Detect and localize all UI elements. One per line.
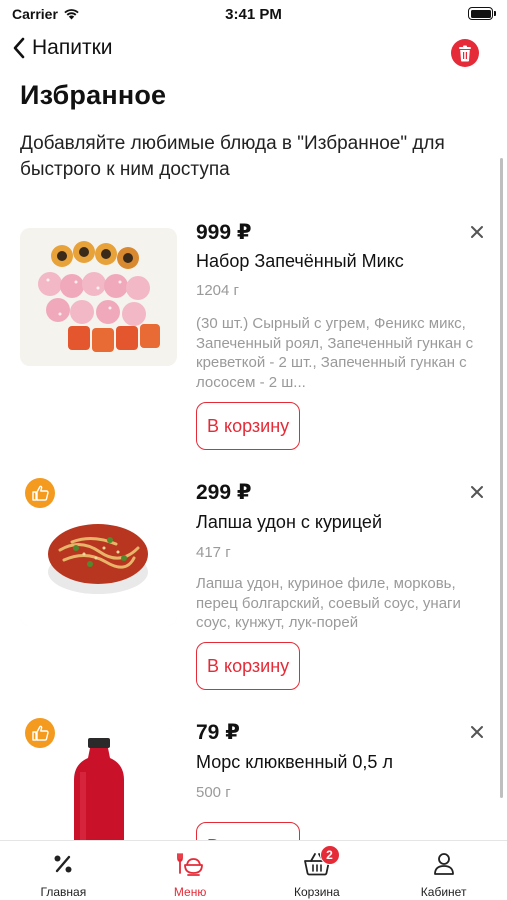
tab-label: Главная (40, 885, 87, 899)
back-button[interactable]: Напитки (12, 36, 112, 60)
product-description: (30 шт.) Сырный с угрем, Феникс микс, За… (196, 315, 474, 391)
close-icon (471, 726, 483, 738)
product-weight: 1204 г (196, 282, 240, 299)
tab-label: Кабинет (420, 885, 467, 899)
noodles-image (20, 488, 177, 626)
recommended-badge (25, 478, 55, 508)
add-to-cart-button[interactable]: В корзину (196, 642, 301, 690)
chevron-left-icon (13, 37, 25, 59)
add-to-cart-button[interactable]: В корзину (196, 822, 301, 840)
product-weight: 500 г (196, 784, 231, 801)
cart-count-badge: 2 (319, 845, 340, 865)
percent-icon (52, 851, 74, 877)
add-to-cart-button[interactable]: В корзину (196, 402, 301, 450)
status-time: 3:41 PM (225, 6, 282, 23)
product-price: 79 ₽ (196, 721, 240, 744)
status-bar: Carrier 3:41 PM (0, 0, 507, 30)
person-icon (433, 851, 455, 877)
menu-dish-icon (176, 851, 204, 877)
clear-favorites-button[interactable] (451, 39, 479, 67)
sushi-set-image (20, 228, 177, 366)
product-weight: 417 г (196, 544, 231, 561)
thumbs-up-icon (31, 485, 49, 501)
tab-home[interactable]: Главная (0, 841, 127, 900)
nav-bar: Напитки (0, 32, 507, 72)
product-price: 299 ₽ (196, 481, 252, 504)
tab-menu[interactable]: Меню (127, 841, 254, 900)
product-name[interactable]: Лапша удон с курицей (196, 512, 486, 533)
remove-favorite-button[interactable] (467, 482, 487, 502)
favorites-list: 999 ₽ Набор Запечённый Микс 1204 г (30 ш… (0, 210, 507, 840)
trash-icon (459, 45, 471, 61)
thumbs-up-icon (31, 725, 49, 741)
close-icon (471, 486, 483, 498)
tab-bar: Главная Меню 2 Корзина Кабинет (0, 840, 507, 900)
product-name[interactable]: Набор Запечённый Микс (196, 251, 486, 272)
remove-favorite-button[interactable] (467, 222, 487, 242)
battery-icon (468, 7, 496, 20)
page-subtitle: Добавляйте любимые блюда в "Избранное" д… (20, 133, 445, 180)
close-icon (471, 226, 483, 238)
recommended-badge (25, 718, 55, 748)
tab-account[interactable]: Кабинет (380, 841, 507, 900)
page-title: Избранное (20, 80, 167, 110)
product-name[interactable]: Морс клюквенный 0,5 л (196, 752, 486, 773)
tab-cart[interactable]: 2 Корзина (254, 841, 381, 900)
product-image[interactable] (20, 228, 177, 366)
tab-label: Меню (173, 885, 207, 899)
product-image[interactable] (20, 488, 177, 626)
tab-label: Корзина (294, 885, 340, 899)
product-description: Лапша удон, куриное филе, морковь, перец… (196, 575, 461, 631)
product-price: 999 ₽ (196, 221, 252, 244)
back-label: Напитки (32, 36, 113, 59)
remove-favorite-button[interactable] (467, 722, 487, 742)
